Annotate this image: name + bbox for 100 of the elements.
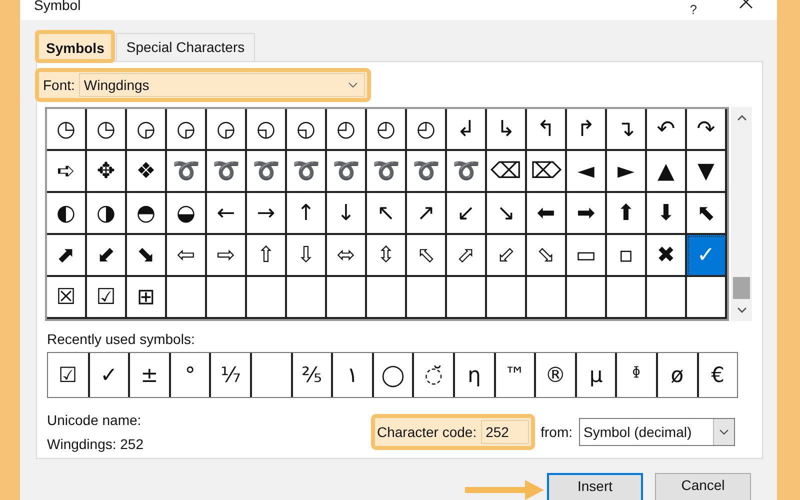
symbol-cell[interactable]: ◒ [167, 193, 207, 235]
symbol-cell[interactable]: ⬆ [607, 193, 647, 235]
dialog-button[interactable]: Insert [547, 473, 643, 500]
symbol-cell[interactable]: ➡ [567, 193, 607, 235]
scrollbar[interactable] [731, 107, 752, 321]
symbol-cell[interactable]: ▭ [567, 235, 607, 277]
symbol-cell[interactable]: ↙ [447, 193, 487, 235]
symbol-cell[interactable]: ⬅ [527, 193, 567, 235]
unicode-name-value: Wingdings: 252 [47, 436, 145, 452]
symbol-cell[interactable]: ◶ [207, 109, 247, 151]
window-title: Symbol [34, 0, 81, 12]
symbol-cell[interactable]: ← [207, 193, 247, 235]
symbol-cell[interactable]: ↴ [607, 109, 647, 151]
symbol-cell[interactable]: ↷ [687, 109, 727, 151]
symbol-cell[interactable]: ➰ [327, 151, 367, 193]
symbol-cell[interactable]: ◷ [87, 109, 127, 151]
character-code-label: Character code: [376, 424, 478, 440]
symbol-cell[interactable]: ◴ [327, 109, 367, 151]
empty-cell [247, 277, 287, 319]
symbol-cell[interactable]: ◄ [567, 151, 607, 193]
symbol-cell[interactable]: ⇩ [287, 235, 327, 277]
empty-cell [287, 277, 327, 319]
symbol-cell[interactable]: ↳ [487, 109, 527, 151]
symbol-cell[interactable]: ↗ [407, 193, 447, 235]
empty-cell [647, 277, 687, 319]
symbol-cell[interactable]: ◴ [407, 109, 447, 151]
symbol-cell[interactable]: ⇳ [367, 235, 407, 277]
symbol-cell[interactable]: ➰ [407, 151, 447, 193]
caret-icon [718, 429, 728, 435]
symbol-cell[interactable]: ⌫ [487, 151, 527, 193]
symbol-cell[interactable]: ◐ [47, 193, 87, 235]
font-label: Font: [42, 77, 76, 93]
symbol-cell[interactable]: ↘ [487, 193, 527, 235]
symbol-cell[interactable]: ⬋ [87, 235, 127, 277]
from-label: from: [540, 424, 572, 440]
symbol-cell[interactable]: ➰ [167, 151, 207, 193]
symbol-cell[interactable]: ↶ [647, 109, 687, 151]
tab[interactable]: Special Characters [116, 33, 255, 61]
empty-cell [607, 277, 647, 319]
symbol-cell[interactable]: ► [607, 151, 647, 193]
symbol-cell[interactable]: ➰ [287, 151, 327, 193]
empty-cell [367, 277, 407, 319]
symbol-cell[interactable]: → [247, 193, 287, 235]
symbol-cell[interactable]: ⬀ [447, 235, 487, 277]
symbol-cell[interactable]: ↑ [287, 193, 327, 235]
symbol-cell[interactable]: ↖ [367, 193, 407, 235]
symbol-cell[interactable]: ⇦ [167, 235, 207, 277]
symbol-cell[interactable]: ◓ [127, 193, 167, 235]
symbol-cell[interactable]: ⬈ [47, 235, 87, 277]
symbol-cell[interactable]: ◷ [47, 109, 87, 151]
symbol-cell[interactable]: ◶ [167, 109, 207, 151]
symbol-cell[interactable]: ↱ [567, 109, 607, 151]
scroll-up-icon[interactable] [736, 115, 746, 121]
symbol-cell[interactable]: ➪ [47, 151, 87, 193]
symbol-cell[interactable]: ⬃ [487, 235, 527, 277]
symbol-cell[interactable]: ▲ [647, 151, 687, 193]
from-dropdown[interactable]: Symbol (decimal) [578, 418, 734, 446]
scroll-thumb[interactable] [733, 277, 750, 299]
symbol-cell[interactable]: ↰ [527, 109, 567, 151]
symbol-cell[interactable]: ▼ [687, 151, 727, 193]
symbol-cell[interactable]: ⌦ [527, 151, 567, 193]
symbol-cell[interactable]: ☑ [87, 277, 127, 319]
symbol-cell[interactable]: ➰ [247, 151, 287, 193]
help-button[interactable]: ? [690, 2, 697, 17]
dialog-button[interactable]: Cancel [655, 473, 751, 500]
symbol-cell[interactable]: ⬊ [127, 235, 167, 277]
symbol-cell[interactable]: ➰ [367, 151, 407, 193]
tab[interactable]: Symbols [36, 31, 114, 62]
symbol-cell[interactable]: ⬂ [527, 235, 567, 277]
symbol-cell[interactable]: ◵ [247, 109, 287, 151]
symbol-cell[interactable]: ◶ [127, 109, 167, 151]
symbol-cell[interactable]: ↓ [327, 193, 367, 235]
symbol-cell[interactable]: ☒ [47, 277, 87, 319]
symbol-cell[interactable]: ✥ [87, 151, 127, 193]
empty-cell [567, 277, 607, 319]
empty-cell [207, 277, 247, 319]
scroll-down-icon[interactable] [736, 307, 746, 313]
symbol-cell[interactable]: ➰ [207, 151, 247, 193]
symbol-cell[interactable]: ↲ [447, 109, 487, 151]
symbol-cell[interactable]: ⬇ [647, 193, 687, 235]
empty-cell [167, 277, 207, 319]
empty-cell [407, 277, 447, 319]
symbol-cell[interactable]: ◴ [367, 109, 407, 151]
recent-symbols-label: Recently used symbols: [47, 331, 196, 347]
symbol-cell[interactable]: ❖ [127, 151, 167, 193]
symbol-cell[interactable]: ⇧ [247, 235, 287, 277]
symbol-cell[interactable]: ⬄ [327, 235, 367, 277]
symbol-cell[interactable]: ⊞ [127, 277, 167, 319]
symbol-cell[interactable]: ▫ [607, 235, 647, 277]
font-dropdown[interactable]: Wingdings [78, 73, 365, 97]
unicode-name-label: Unicode name: [47, 412, 142, 428]
empty-cell [487, 277, 527, 319]
character-code-field[interactable]: 252 [480, 420, 529, 444]
symbol-cell[interactable]: ◵ [287, 109, 327, 151]
symbol-cell[interactable]: ✓ [687, 235, 727, 277]
empty-cell [447, 277, 487, 319]
symbol-cell[interactable]: ⇨ [207, 235, 247, 277]
symbol-cell[interactable]: ◑ [87, 193, 127, 235]
symbol-cell[interactable]: ⬁ [407, 235, 447, 277]
symbol-cell[interactable]: ➰ [447, 151, 487, 193]
